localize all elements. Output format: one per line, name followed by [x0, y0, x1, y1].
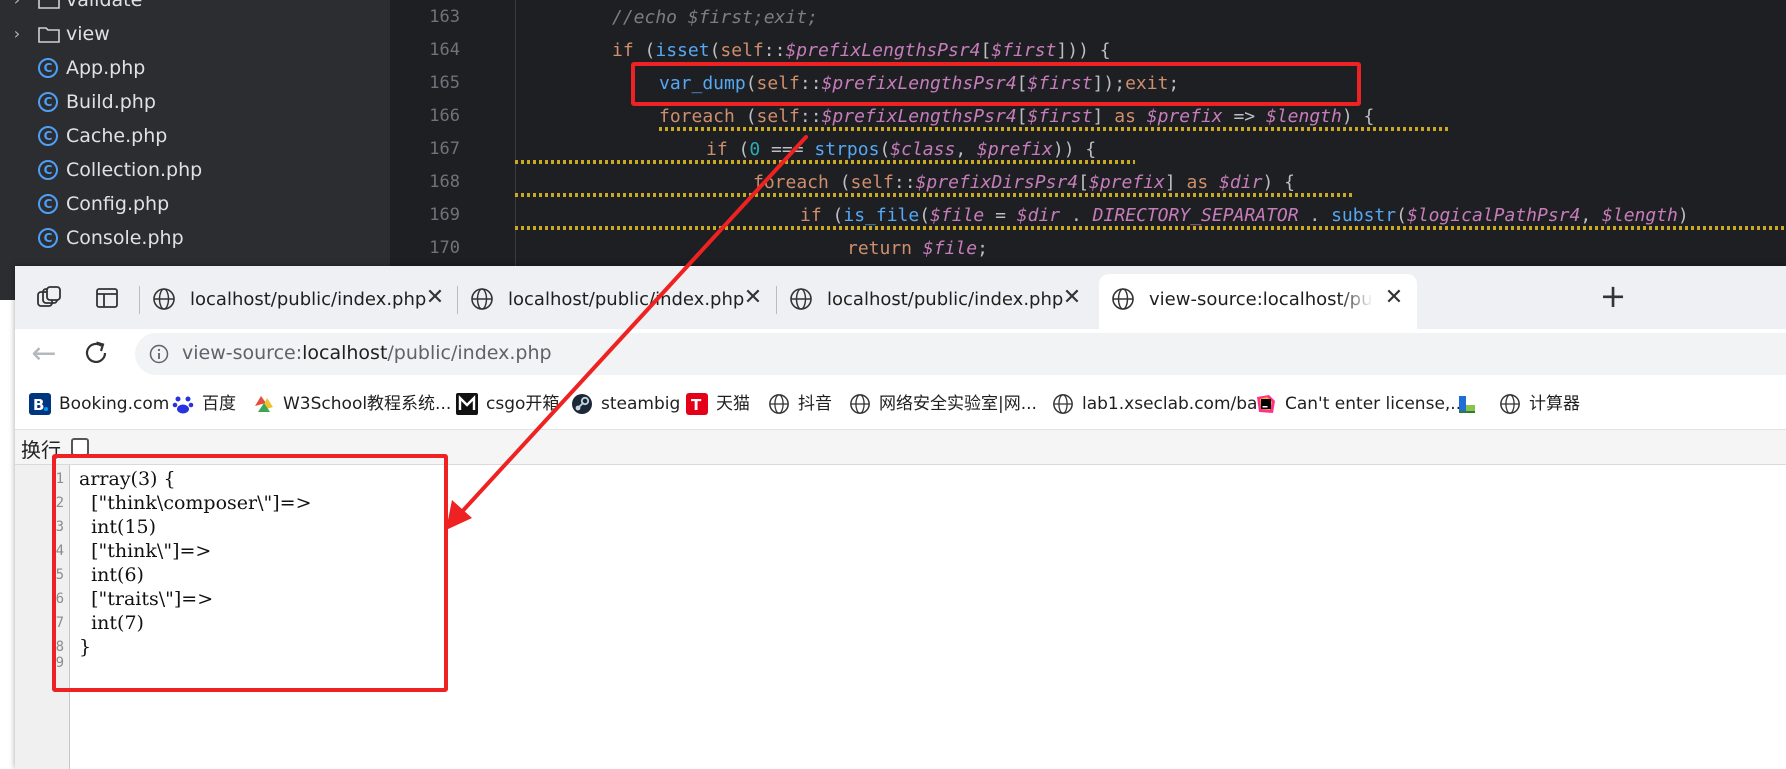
globe-icon — [850, 394, 870, 414]
baidu-icon — [172, 396, 194, 414]
tree-item-label: view — [66, 23, 110, 45]
address-bar[interactable]: view-source:localhost/public/index.php — [135, 333, 1786, 375]
close-tab-icon[interactable]: ✕ — [741, 286, 765, 310]
tab-actions-icon[interactable] — [93, 284, 121, 312]
highlight-var-dump-line — [631, 62, 1361, 106]
tab-view-source[interactable]: view-source:localhost/public/index.php ✕ — [1099, 274, 1417, 329]
indent-guide — [515, 0, 516, 300]
line-number: 169 — [429, 205, 460, 225]
tab-localhost-2[interactable]: localhost/public/index.php ✕ — [458, 274, 776, 329]
csgo-icon — [456, 393, 478, 415]
globe-icon — [471, 288, 493, 310]
warning-underline — [515, 226, 1786, 230]
globe-icon — [1112, 288, 1134, 310]
line-number: 163 — [429, 7, 460, 27]
tree-item-label: Config.php — [66, 193, 170, 215]
warning-underline — [659, 127, 1449, 131]
line-number: 167 — [429, 139, 460, 159]
globe-icon — [790, 288, 812, 310]
project-file-tree: › validate › view C App.php C Build.php … — [0, 0, 390, 300]
reload-icon[interactable] — [81, 338, 111, 368]
tree-item-label: Build.php — [66, 91, 156, 113]
info-icon[interactable] — [149, 344, 169, 364]
svg-text:T: T — [691, 396, 702, 414]
tab-localhost-1[interactable]: localhost/public/index.php ✕ — [140, 274, 458, 329]
close-tab-icon[interactable]: ✕ — [1060, 286, 1084, 310]
tab-title: localhost/public/index.php — [508, 289, 745, 310]
bookmark-label: Booking.com — [59, 394, 170, 414]
workspaces-icon[interactable] — [35, 284, 63, 312]
globe-icon — [769, 394, 789, 414]
url-text[interactable]: view-source:localhost/public/index.php — [182, 342, 552, 364]
folder-icon — [38, 27, 60, 43]
tab-localhost-3[interactable]: localhost/public/index.php ✕ — [777, 274, 1095, 329]
bookmark-label: steambig — [601, 394, 681, 414]
app-icon — [1459, 396, 1475, 413]
browser-toolbar: ← view-source:localhost/public/index.php — [15, 329, 1786, 379]
bookmark-label: 百度 — [202, 394, 236, 414]
tab-bar: localhost/public/index.php ✕ localhost/p… — [15, 266, 1786, 329]
globe-icon — [153, 288, 175, 310]
svg-text:B: B — [33, 396, 44, 414]
line-number: 165 — [429, 73, 460, 93]
tree-item-label: Cache.php — [66, 125, 168, 147]
php-class-icon: C — [38, 58, 58, 78]
chevron-right-icon[interactable]: › — [10, 17, 24, 51]
bookmark-label: csgo开箱 — [486, 394, 560, 414]
line-number: 168 — [429, 172, 460, 192]
globe-icon — [1500, 394, 1520, 414]
php-class-icon: C — [38, 194, 58, 214]
highlight-dump-output — [52, 454, 448, 692]
bookmark-label: 天猫 — [716, 394, 750, 414]
line-number: 170 — [429, 238, 460, 258]
url-path: /public/index.php — [387, 342, 552, 364]
tab-title: view-source:localhost/public/index.php — [1149, 289, 1373, 310]
tab-title: localhost/public/index.php — [190, 289, 427, 310]
tree-item-label: Collection.php — [66, 159, 203, 181]
warning-underline — [515, 160, 1135, 164]
line-number: 166 — [429, 106, 460, 126]
warning-underline — [515, 193, 1355, 197]
php-class-icon: C — [38, 160, 58, 180]
tmall-icon: T — [686, 393, 708, 415]
back-button[interactable]: ← — [29, 339, 59, 369]
tab-title: localhost/public/index.php — [827, 289, 1064, 310]
bookmark-label: 网络安全实验室|网... — [879, 394, 1037, 414]
panel-splitter[interactable] — [390, 0, 400, 300]
close-tab-icon[interactable]: ✕ — [1382, 286, 1406, 310]
code-line-163[interactable]: //echo $first;exit; — [612, 1, 818, 34]
close-tab-icon[interactable]: ✕ — [423, 286, 447, 310]
code-line-170[interactable]: return $file; — [847, 232, 988, 265]
ide-window: › validate › view C App.php C Build.php … — [0, 0, 1786, 300]
tree-item-label: Console.php — [66, 227, 184, 249]
php-class-icon: C — [38, 126, 58, 146]
bookmark-label: Can't enter license,... — [1285, 394, 1467, 414]
php-class-icon: C — [38, 92, 58, 112]
jetbrains-icon — [1257, 395, 1275, 413]
globe-icon — [1053, 394, 1073, 414]
steam-icon — [572, 394, 592, 414]
line-number: 164 — [429, 40, 460, 60]
bookmark-label: 抖音 — [798, 394, 832, 414]
booking-icon: B — [29, 393, 51, 415]
url-host: localhost — [302, 342, 388, 364]
url-scheme: view-source: — [182, 342, 303, 364]
tree-item-label: App.php — [66, 57, 146, 79]
new-tab-button[interactable]: + — [1597, 280, 1629, 312]
w3school-icon — [255, 396, 273, 412]
php-class-icon: C — [38, 228, 58, 248]
bookmark-label: 计算器 — [1529, 394, 1580, 414]
bookmarks-bar: B Booking.com 百度 W3School教程系统... csgo开箱 … — [15, 379, 1786, 430]
bookmark-label: W3School教程系统... — [283, 394, 452, 414]
bookmark-label: lab1.xseclab.com/ba... — [1082, 394, 1274, 414]
tree-item-label: validate — [66, 0, 143, 11]
folder-icon — [38, 0, 60, 9]
chevron-right-icon[interactable]: › — [10, 0, 24, 17]
